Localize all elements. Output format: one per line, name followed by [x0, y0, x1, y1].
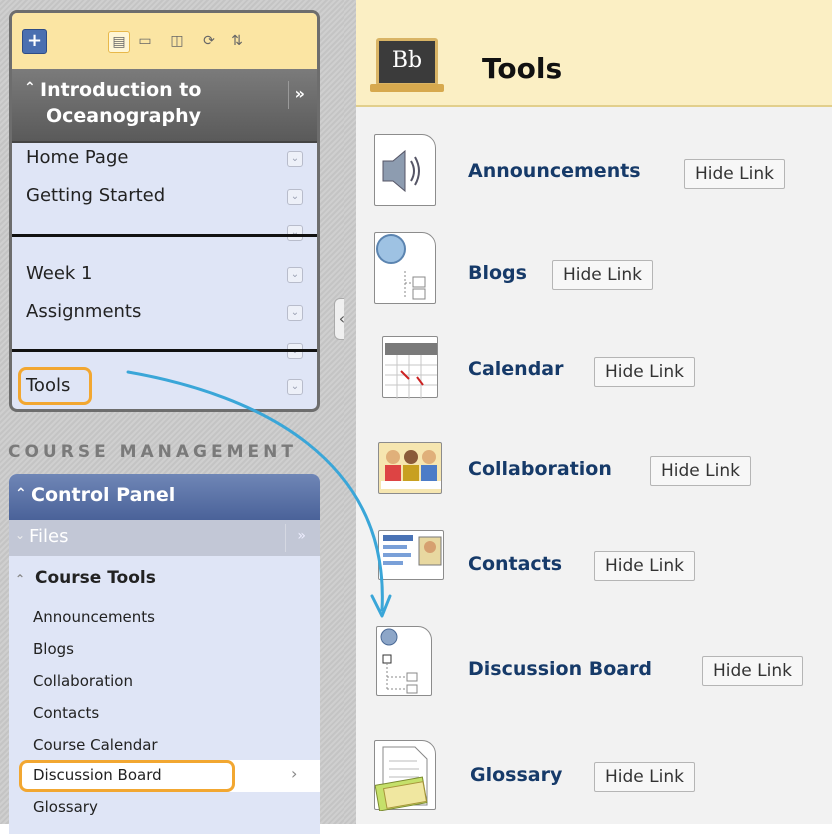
annotation-arrow — [126, 370, 392, 618]
